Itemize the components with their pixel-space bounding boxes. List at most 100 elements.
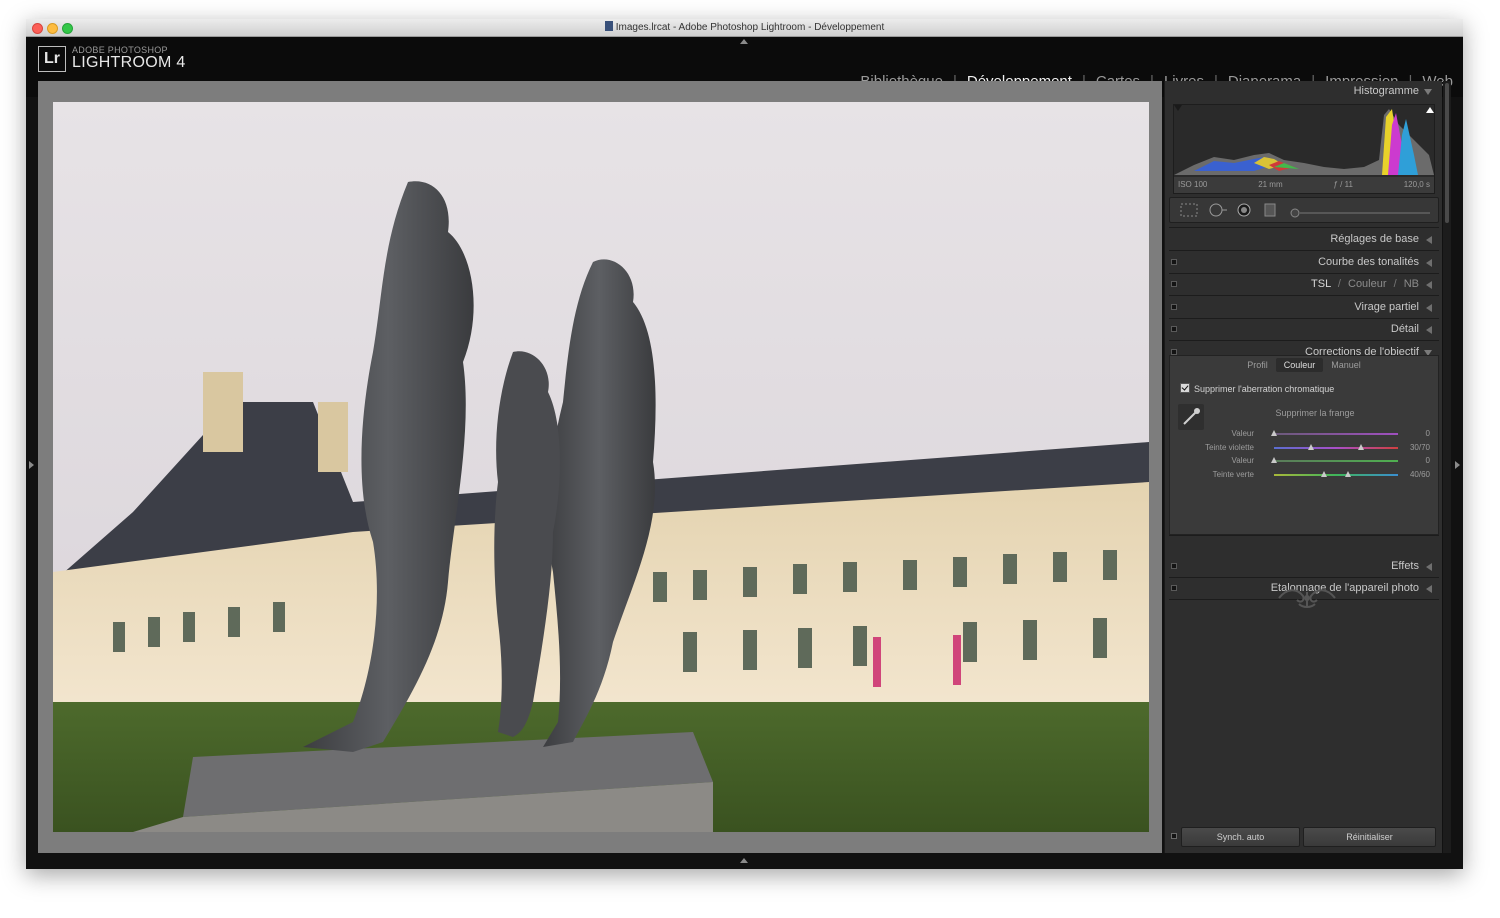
slider-label: Valeur: [1231, 456, 1254, 465]
panel-switch-icon[interactable]: [1171, 281, 1177, 287]
expand-icon: [1426, 585, 1432, 593]
remove-ca-label: Supprimer l'aberration chromatique: [1194, 384, 1335, 394]
divider: [1169, 535, 1439, 536]
tab-separator: /: [1393, 278, 1397, 290]
lightroom-window: Images.lrcat - Adobe Photoshop Lightroom…: [26, 19, 1463, 869]
detail-section-header[interactable]: Détail: [1165, 319, 1439, 339]
tab-color[interactable]: Couleur: [1348, 278, 1387, 290]
panel-switch-icon[interactable]: [1171, 304, 1177, 310]
spot-removal-icon[interactable]: [1208, 203, 1228, 222]
slider-label: Teinte verte: [1212, 469, 1254, 479]
slider-label: Teinte violette: [1205, 442, 1254, 452]
slider-knob[interactable]: [1345, 470, 1352, 477]
title-bar: Images.lrcat - Adobe Photoshop Lightroom…: [26, 19, 1463, 37]
panel-switch-icon[interactable]: [1171, 585, 1177, 591]
iso-value: ISO 100: [1178, 180, 1208, 189]
slider-label: Valeur: [1231, 429, 1254, 438]
histogram-title: Histogramme: [1353, 85, 1419, 97]
lens-corrections-panel: Profil Couleur Manuel Supprimer l'aberrati…: [1169, 355, 1439, 535]
adjustment-brush-slider[interactable]: [1290, 205, 1432, 223]
slider-value: 0: [1425, 429, 1430, 438]
slider-track[interactable]: [1274, 470, 1398, 477]
slider-track[interactable]: [1274, 443, 1398, 450]
lens-tab-1[interactable]: Couleur: [1275, 358, 1324, 372]
defringe-slider-row: Teinte verte 40/60: [1170, 469, 1438, 481]
basic-section-header[interactable]: Réglages de base: [1165, 229, 1439, 249]
effects-section-header[interactable]: Effets: [1165, 556, 1439, 576]
image-canvas: [38, 81, 1162, 853]
slider-value: 0: [1425, 456, 1430, 465]
remove-ca-checkbox[interactable]: [1180, 383, 1190, 393]
collapse-icon: [1424, 89, 1432, 95]
defringe-slider-row: Valeur 0: [1170, 428, 1438, 440]
photo-image: [53, 102, 1149, 832]
tone-curve-section-header[interactable]: Courbe des tonalités: [1165, 252, 1439, 272]
effects-title: Effets: [1391, 560, 1419, 572]
expand-icon: [1426, 326, 1432, 334]
panel-scrollbar[interactable]: [1443, 81, 1451, 853]
focal-length-value: 21 mm: [1258, 180, 1283, 189]
slider-knob[interactable]: [1308, 443, 1315, 450]
split-toning-title: Virage partiel: [1354, 301, 1419, 313]
defringe-title: Supprimer la frange: [1275, 408, 1355, 418]
lens-tab-0[interactable]: Profil: [1239, 358, 1276, 372]
expand-icon: [1426, 563, 1432, 571]
histogram-header[interactable]: Histogramme: [1165, 81, 1439, 101]
defringe-slider-row: Teinte violette 30/70: [1170, 442, 1438, 454]
slider-knob[interactable]: [1320, 470, 1327, 477]
panel-switch-icon[interactable]: [1171, 326, 1177, 332]
histogram-exif: ISO 100 21 mm ƒ / 11 120,0 s: [1178, 180, 1430, 189]
hsl-section-header[interactable]: TSL / Couleur / NB: [1165, 274, 1439, 294]
expand-icon: [1426, 281, 1432, 289]
slider-knob[interactable]: [1271, 430, 1277, 436]
divider: [1169, 295, 1439, 296]
sync-switch-icon[interactable]: [1171, 833, 1177, 839]
histogram[interactable]: ISO 100 21 mm ƒ / 11 120,0 s: [1173, 104, 1435, 194]
remove-ca-row[interactable]: Supprimer l'aberration chromatique: [1180, 383, 1334, 394]
divider: [1169, 340, 1439, 341]
panel-end-ornament-icon: [1275, 586, 1339, 615]
split-toning-section-header[interactable]: Virage partiel: [1165, 297, 1439, 317]
red-eye-icon[interactable]: [1236, 203, 1252, 222]
defringe-slider-row: Valeur 0: [1170, 455, 1438, 467]
panel-switch-icon[interactable]: [1171, 259, 1177, 265]
crop-tool-icon[interactable]: [1180, 203, 1198, 222]
slider-knob[interactable]: [1271, 457, 1277, 463]
aperture-value: ƒ / 11: [1333, 180, 1353, 189]
filmstrip-toggle-icon[interactable]: [740, 858, 748, 863]
scrollbar-thumb[interactable]: [1445, 83, 1449, 223]
slider-track[interactable]: [1271, 430, 1398, 436]
slider-knob[interactable]: [1357, 443, 1364, 450]
document-icon: [604, 21, 613, 31]
top-panel-toggle-icon[interactable]: [740, 39, 748, 44]
right-panel-toggle-icon[interactable]: [1455, 461, 1460, 469]
slider-value: 40/60: [1409, 469, 1430, 479]
shutter-speed-value: 120,0 s: [1403, 180, 1430, 189]
window-title-text: Images.lrcat - Adobe Photoshop Lightroom…: [615, 22, 885, 33]
panel-switch-icon[interactable]: [1171, 563, 1177, 569]
expand-icon: [1426, 236, 1432, 244]
detail-title: Détail: [1390, 323, 1419, 335]
brand-title: LIGHTROOM 4: [72, 54, 186, 71]
tab-bw[interactable]: NB: [1404, 278, 1419, 290]
window-title: Images.lrcat - Adobe Photoshop Lightroom…: [26, 21, 1463, 33]
divider: [1169, 227, 1439, 228]
tone-curve-title: Courbe des tonalités: [1318, 256, 1419, 268]
slider-value: 30/70: [1409, 442, 1430, 452]
graduated-filter-icon[interactable]: [1264, 203, 1276, 222]
expand-icon: [1426, 304, 1432, 312]
slider-track[interactable]: [1271, 457, 1398, 463]
basic-section-title: Réglages de base: [1330, 233, 1419, 245]
tool-strip: [1169, 197, 1439, 223]
lens-tab-2[interactable]: Manuel: [1323, 358, 1369, 372]
photo-preview: [53, 102, 1149, 832]
tab-separator: /: [1337, 278, 1341, 290]
left-panel-toggle-icon[interactable]: [29, 461, 34, 469]
lens-tabs: Profil Couleur Manuel: [1170, 358, 1438, 374]
hsl-tabs: TSL / Couleur / NB: [1311, 278, 1419, 290]
tab-hsl[interactable]: TSL: [1311, 278, 1331, 290]
reset-button[interactable]: Réinitialiser: [1303, 827, 1436, 847]
lr-logo-icon: Lr: [38, 46, 66, 72]
sync-auto-button[interactable]: Synch. auto: [1181, 827, 1300, 847]
bottom-button-bar: Synch. auto Réinitialiser: [1169, 826, 1439, 848]
